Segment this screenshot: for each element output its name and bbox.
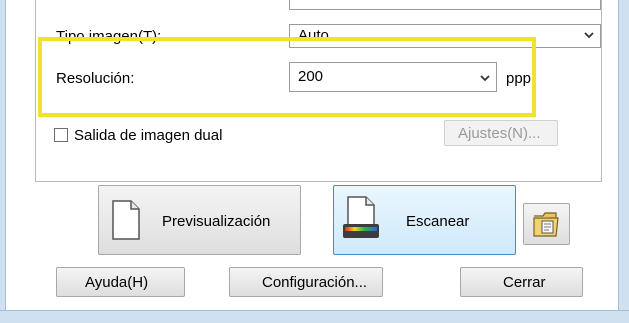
window-frame-left bbox=[0, 0, 6, 322]
configuration-button[interactable]: Configuración... bbox=[229, 267, 383, 297]
highlight-frame bbox=[38, 37, 536, 117]
close-button[interactable]: Cerrar bbox=[460, 267, 583, 297]
scan-button[interactable]: Escanear bbox=[333, 185, 516, 255]
preview-button[interactable]: Previsualización bbox=[98, 185, 301, 255]
folder-icon bbox=[532, 210, 562, 242]
configuration-button-label: Configuración... bbox=[262, 274, 368, 291]
chevron-down-icon bbox=[584, 28, 594, 42]
document-icon bbox=[111, 200, 141, 244]
window-frame-bottom bbox=[0, 310, 629, 323]
window-frame-right bbox=[618, 0, 629, 322]
preview-button-label: Previsualización bbox=[162, 213, 271, 230]
close-button-label: Cerrar bbox=[503, 274, 546, 291]
folder-button[interactable] bbox=[523, 203, 570, 245]
scanner-icon bbox=[342, 196, 380, 246]
help-button-label: Ayuda(H) bbox=[85, 274, 149, 291]
dual-output-label[interactable]: Salida de imagen dual bbox=[74, 127, 222, 144]
settings-button[interactable]: Ajustes(N)... bbox=[444, 120, 558, 146]
dual-output-checkbox[interactable] bbox=[54, 128, 68, 142]
top-cut-combo[interactable] bbox=[289, 0, 601, 10]
settings-button-label: Ajustes(N)... bbox=[458, 125, 541, 142]
help-button[interactable]: Ayuda(H) bbox=[56, 267, 185, 297]
scan-button-label: Escanear bbox=[406, 213, 470, 230]
